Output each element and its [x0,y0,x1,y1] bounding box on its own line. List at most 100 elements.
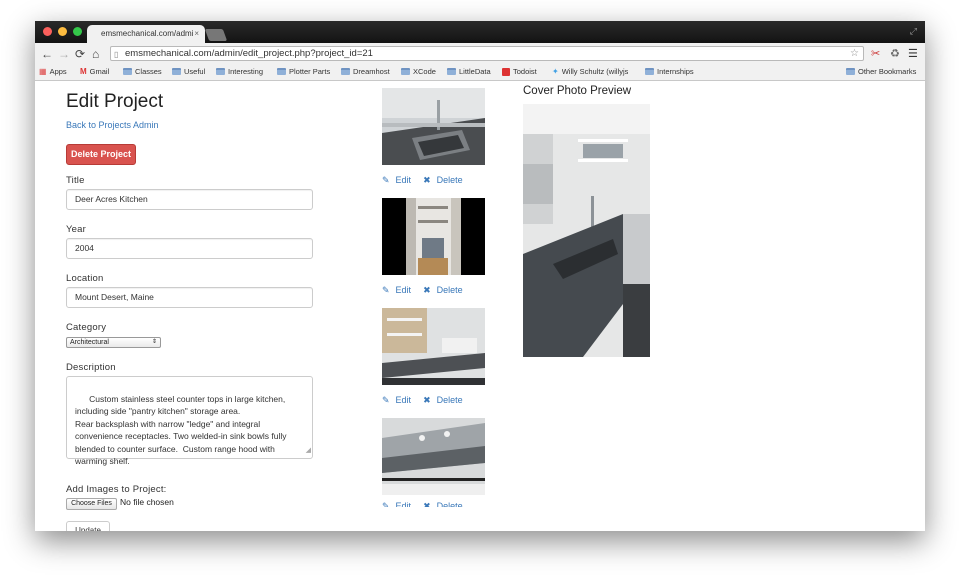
project-image-thumbnail [382,308,485,385]
tab-title: emsmechanical.com/admi [101,29,194,38]
bookmark-label: Internships [657,67,694,76]
bookmark-label: Willy Schultz (willyjs [561,67,629,76]
edit-label: Edit [395,285,412,295]
category-select[interactable]: Architectural ⇕ [66,337,161,348]
page-content: Edit Project Back to Projects Admin Dele… [35,81,925,531]
title-label: Title [66,175,85,186]
bookmark-xcode[interactable]: XCode [401,67,436,76]
twitter-icon: ✦ [552,67,559,76]
x-icon: ✖ [423,175,431,185]
delete-image-link[interactable]: ✖ Delete [423,285,469,295]
bookmark-interesting[interactable]: Interesting [216,67,263,76]
delete-label: Delete [436,501,463,507]
cover-photo-preview [523,104,650,357]
x-icon: ✖ [423,285,431,295]
image-actions: ✎ Edit ✖ Delete [382,395,475,406]
title-field[interactable]: Deer Acres Kitchen [66,189,313,210]
folder-icon [277,68,286,75]
edit-image-link[interactable]: ✎ Edit [382,285,417,295]
bookmark-internships[interactable]: Internships [645,67,694,76]
window-controls [43,27,82,36]
edit-label: Edit [395,395,412,405]
image-actions: ✎ Edit ✖ Delete [382,501,475,507]
delete-project-button[interactable]: Delete Project [66,144,136,165]
bookmark-label: Apps [49,67,67,76]
folder-icon [401,68,410,75]
gmail-icon: M [80,67,87,76]
fullscreen-icon[interactable]: ⤢ [910,26,917,37]
browser-window: emsmechanical.com/admi × ⤢ ← → ⟳ ⌂ ▯ ems… [35,21,925,531]
file-status: No file chosen [120,497,174,507]
description-textarea[interactable]: Custom stainless steel counter tops in l… [66,376,313,466]
delete-image-link[interactable]: ✖ Delete [423,175,469,185]
bookmark-classes[interactable]: Classes [123,67,162,76]
edit-image-link[interactable]: ✎ Edit [382,501,417,507]
choose-files-button[interactable]: Choose Files [66,498,117,510]
pencil-icon: ✎ [382,175,390,185]
star-icon[interactable]: ☆ [850,47,859,60]
browser-toolbar: ← → ⟳ ⌂ ▯ emsmechanical.com/admin/edit_p… [35,43,925,65]
folder-icon [216,68,225,75]
page-title: Edit Project [66,91,164,112]
bookmark-useful[interactable]: Useful [172,67,205,76]
delete-label: Delete [436,395,463,405]
category-value: Architectural [70,339,109,346]
bookmark-twitter[interactable]: ✦ Willy Schultz (willyjs [552,67,628,76]
forward-icon[interactable]: → [58,46,70,62]
todoist-icon [502,67,510,76]
delete-image-link[interactable]: ✖ Delete [423,395,469,405]
delete-image-link[interactable]: ✖ Delete [423,501,469,507]
title-bar: emsmechanical.com/admi × ⤢ [35,21,925,43]
menu-icon[interactable]: ☰ [908,47,918,60]
year-label: Year [66,224,86,235]
folder-icon [172,68,181,75]
zoom-window-button[interactable] [73,27,82,36]
location-field[interactable]: Mount Desert, Maine [66,287,313,308]
reload-icon[interactable]: ⟳ [75,46,85,62]
category-label: Category [66,322,107,333]
bookmark-apps[interactable]: ▦ Apps [39,67,67,76]
close-window-button[interactable] [43,27,52,36]
bookmark-gmail[interactable]: M Gmail [80,67,109,76]
bookmark-label: LittleData [459,67,491,76]
edit-image-link[interactable]: ✎ Edit [382,395,417,405]
home-icon[interactable]: ⌂ [92,46,99,62]
bookmark-plotter-parts[interactable]: Plotter Parts [277,67,330,76]
delete-label: Delete [436,175,463,185]
bookmark-other[interactable]: Other Bookmarks [846,67,916,76]
folder-icon [341,68,350,75]
tab-close-icon[interactable]: × [194,25,199,43]
x-icon: ✖ [423,395,431,405]
folder-icon [123,68,132,75]
recycle-icon[interactable]: ♻ [890,47,900,60]
back-icon[interactable]: ← [41,46,53,62]
extension-icon[interactable]: ✂ [871,47,880,60]
project-image-thumbnail [382,88,485,165]
range-hood-photo [382,418,485,495]
new-tab-button[interactable] [204,29,228,41]
bookmark-label: Plotter Parts [289,67,331,76]
kitchen-sink-photo [382,88,485,165]
edit-label: Edit [395,501,412,507]
browser-tab[interactable]: emsmechanical.com/admi × [87,25,205,43]
year-field[interactable]: 2004 [66,238,313,259]
chevron-updown-icon: ⇕ [151,339,157,345]
bookmark-dreamhost[interactable]: Dreamhost [341,67,390,76]
back-to-projects-link[interactable]: Back to Projects Admin [66,120,159,130]
bookmark-label: Todoist [513,67,537,76]
bookmark-label: Classes [135,67,162,76]
edit-image-link[interactable]: ✎ Edit [382,175,417,185]
bookmark-label: Useful [184,67,206,76]
address-bar[interactable]: ▯ emsmechanical.com/admin/edit_project.p… [110,46,864,61]
update-button[interactable]: Update [66,521,110,531]
description-label: Description [66,362,116,373]
bookmark-todoist[interactable]: Todoist [502,67,537,76]
url-text: emsmechanical.com/admin/edit_project.php… [125,48,373,59]
bookmark-littledata[interactable]: LittleData [447,67,491,76]
minimize-window-button[interactable] [58,27,67,36]
resize-grip-icon[interactable]: ◢ [306,445,311,458]
project-image-thumbnail [382,198,485,275]
bookmark-label: Interesting [228,67,264,76]
folder-icon [447,68,456,75]
kitchen-cover-photo [523,104,650,357]
